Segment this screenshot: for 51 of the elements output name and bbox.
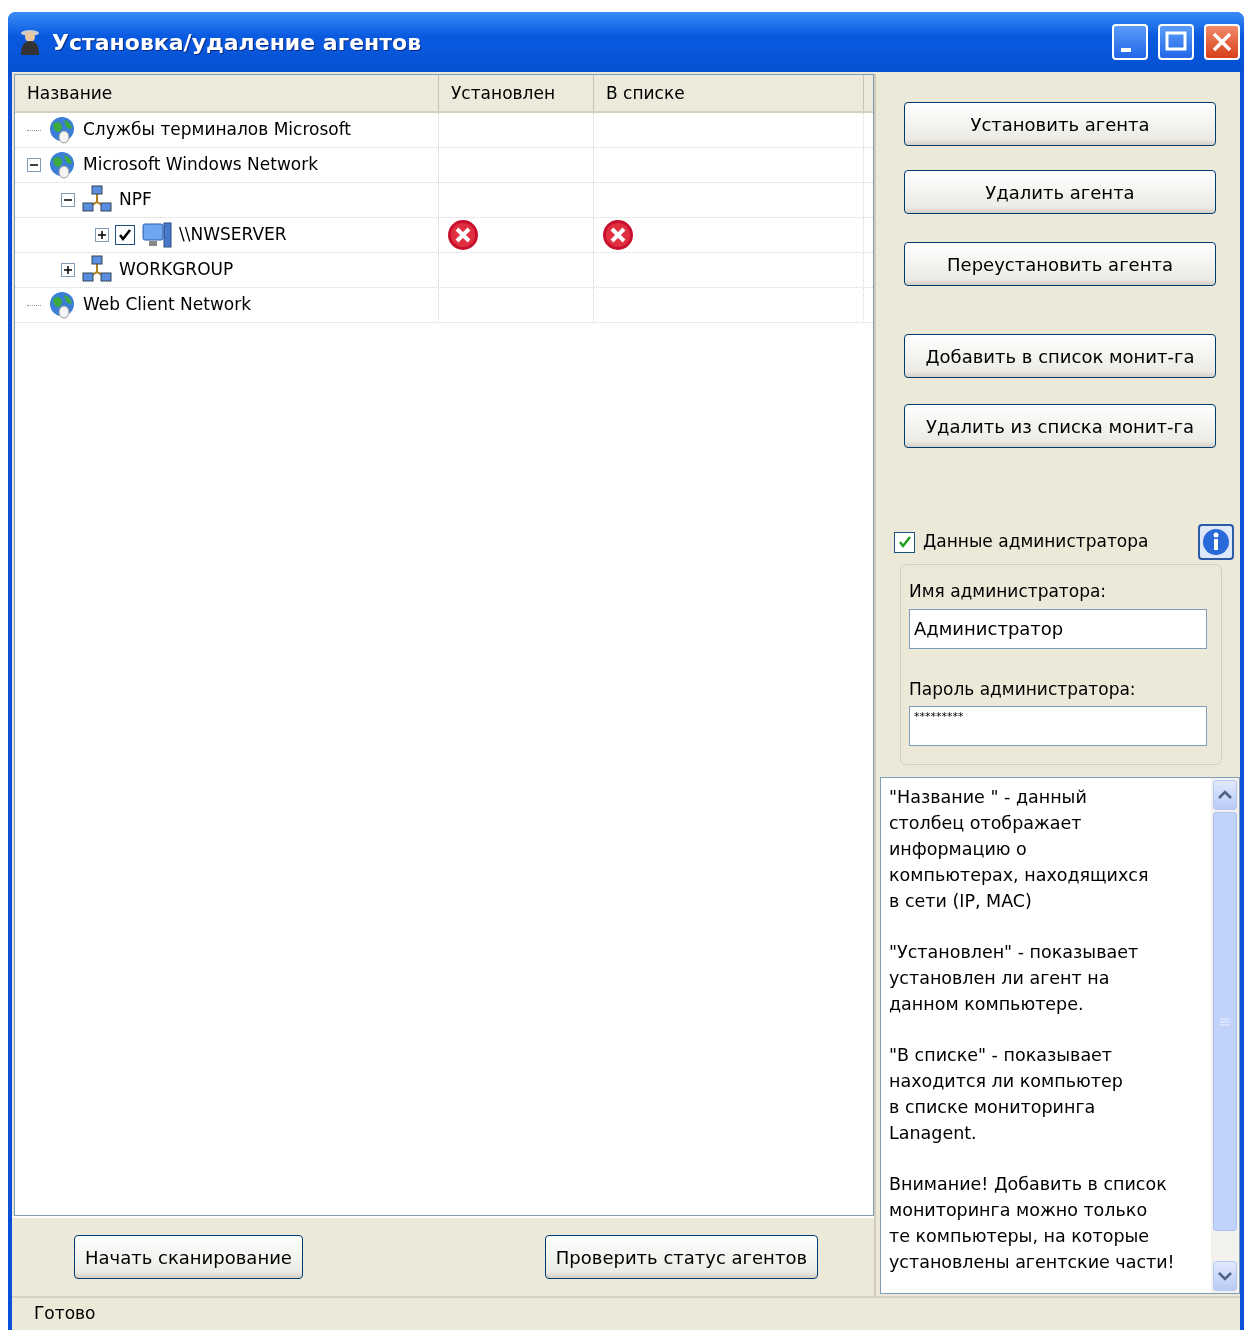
- checkbox-label: Данные администратора: [923, 530, 1149, 554]
- column-header[interactable]: В списке: [594, 75, 864, 111]
- tree-item[interactable]: WORKGROUP: [119, 257, 234, 283]
- help-paragraph: "Название " - данный столбец отображает информацию о компьютерах, находящихся в сети (IP, MAC): [889, 786, 1150, 913]
- collapse-icon[interactable]: [27, 158, 41, 172]
- computer-icon: [141, 220, 173, 250]
- action-button[interactable]: Добавить в список монит-га: [904, 334, 1216, 378]
- field-label: Имя администратора:: [909, 580, 1108, 603]
- tree-item[interactable]: Web Client Network: [83, 292, 252, 318]
- tree-item[interactable]: Microsoft Windows Network: [83, 152, 319, 178]
- action-button[interactable]: Переустановить агента: [904, 242, 1216, 286]
- info-button[interactable]: [1198, 524, 1234, 560]
- column-header[interactable]: Название: [15, 75, 439, 111]
- tree-item[interactable]: Службы терминалов Microsoft: [83, 117, 352, 143]
- scroll-up-icon[interactable]: [1213, 780, 1237, 810]
- tree-item[interactable]: \\NWSERVER: [179, 222, 287, 248]
- status-text: Готово: [34, 1302, 96, 1326]
- scrollbar[interactable]: [1211, 778, 1239, 1293]
- expand-icon[interactable]: [95, 228, 109, 242]
- globe-icon: [47, 290, 77, 320]
- check-icon: [117, 227, 133, 243]
- scroll-thumb[interactable]: [1213, 812, 1237, 1231]
- maximize-button[interactable]: [1158, 24, 1194, 60]
- action-button[interactable]: Проверить статус агентов: [544, 1235, 818, 1279]
- globe-icon: [47, 115, 77, 145]
- action-button[interactable]: Удалить из списка монит-га: [904, 404, 1216, 448]
- collapse-icon[interactable]: [61, 193, 75, 207]
- checkbox[interactable]: [115, 225, 135, 245]
- password-field[interactable]: *********: [909, 706, 1207, 746]
- window-title: Установка/удаление агентов: [52, 28, 423, 57]
- action-button[interactable]: Начать сканирование: [74, 1235, 303, 1279]
- agent-icon: [18, 27, 42, 57]
- scroll-down-icon[interactable]: [1213, 1261, 1237, 1291]
- network-icon: [81, 185, 113, 215]
- network-icon: [81, 255, 113, 285]
- check-icon: [896, 534, 913, 550]
- help-paragraph: "В списке" - показывает находится ли компьютер в списке мониторинга Lanagent.: [889, 1044, 1124, 1145]
- globe-icon: [47, 150, 77, 180]
- tree-item[interactable]: NPF: [119, 187, 152, 213]
- field-label: Пароль администратора:: [909, 677, 1137, 701]
- action-button[interactable]: Удалить агента: [904, 170, 1216, 214]
- column-header[interactable]: Установлен: [439, 75, 594, 111]
- close-button[interactable]: [1204, 24, 1240, 60]
- help-paragraph: "Установлен" - показывает установлен ли агент на данном компьютере.: [889, 941, 1140, 1016]
- minimize-icon: [1121, 48, 1131, 52]
- minimize-button[interactable]: [1112, 24, 1148, 60]
- expand-icon[interactable]: [61, 263, 75, 277]
- action-button[interactable]: Установить агента: [904, 102, 1216, 146]
- checkbox[interactable]: [894, 531, 915, 553]
- help-paragraph: Внимание! Добавить в список мониторинга можно только те компьютеры, на которые установлены агентские части!: [889, 1173, 1176, 1274]
- name-field[interactable]: Администратор: [909, 608, 1207, 649]
